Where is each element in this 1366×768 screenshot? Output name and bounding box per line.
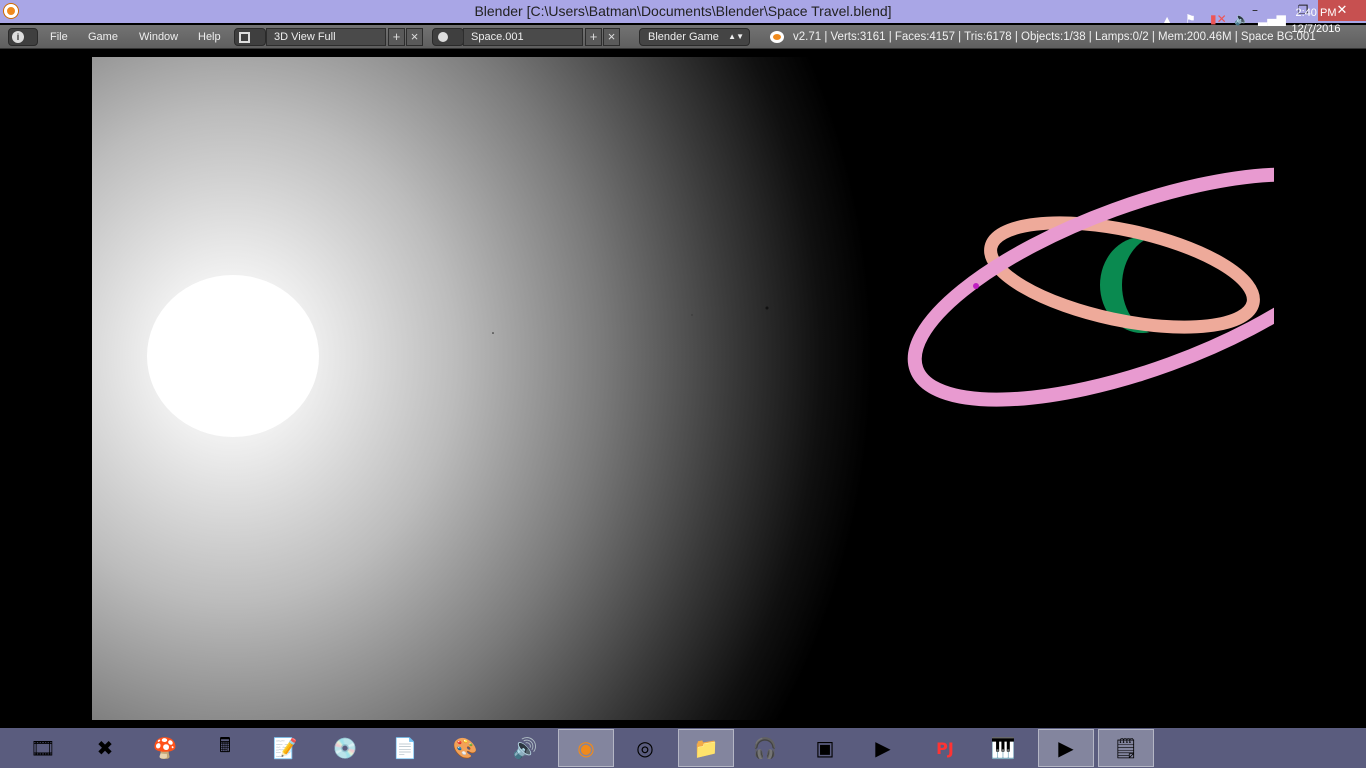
title-bar: Blender [C:\Users\Batman\Documents\Blend… <box>0 0 1366 23</box>
taskbar-project64-button[interactable]: PJ <box>925 729 965 767</box>
scene-selector[interactable] <box>432 28 464 46</box>
taskbar-calculator-button[interactable]: 🖩 <box>205 729 245 767</box>
scene-field[interactable]: Space.001 <box>463 28 583 46</box>
taskbar-app-blue-button[interactable]: ▣ <box>805 729 845 767</box>
media-player-icon: ▶ <box>875 736 891 760</box>
app-blue-icon: ▣ <box>815 736 835 760</box>
taskbar-photos-button[interactable]: 🎨 <box>445 729 485 767</box>
photos-icon: 🎨 <box>452 736 478 760</box>
scene-icon <box>438 32 448 42</box>
action-center-flag-icon[interactable]: ⚑ <box>1185 12 1196 26</box>
star <box>691 314 693 316</box>
movie-maker-icon: 🎞 <box>30 736 56 760</box>
outer-ring <box>907 167 1274 407</box>
taskbar-app-green-button[interactable]: 💿 <box>325 729 365 767</box>
taskbar-notepad-button[interactable]: 🗒 <box>1098 729 1154 767</box>
render-engine-dropdown[interactable]: Blender Game ▲▼ <box>639 28 750 46</box>
blank-document-icon: 📄 <box>392 736 418 760</box>
menu-help[interactable]: Help <box>198 28 221 46</box>
wordpad-icon: 📝 <box>272 736 298 760</box>
moon <box>973 283 979 289</box>
taskbar-media-player-2-button[interactable]: ▶ <box>1038 729 1094 767</box>
delete-screen-button[interactable]: × <box>406 28 423 46</box>
screen-layout-selector[interactable] <box>234 28 266 46</box>
show-hidden-icons-icon[interactable]: ▲ <box>1164 15 1170 24</box>
editor-type-button[interactable]: i <box>8 28 38 46</box>
project64-icon: PJ <box>936 738 954 758</box>
calculator-icon: 🖩 <box>219 733 231 757</box>
taskbar-media-player-button[interactable]: ▶ <box>863 729 903 767</box>
clock[interactable]: 2:40 PM 12/7/2016 <box>1286 5 1346 37</box>
render-engine-label: Blender Game <box>648 31 719 43</box>
star <box>492 332 494 334</box>
taskbar-wordpad-button[interactable]: 📝 <box>265 729 305 767</box>
menu-window[interactable]: Window <box>139 28 178 46</box>
taskbar-chrome-button[interactable]: ◎ <box>625 729 665 767</box>
taskbar-blank-document-button[interactable]: 📄 <box>385 729 425 767</box>
screen-layout-field[interactable]: 3D View Full <box>266 28 386 46</box>
file-explorer-icon: 📁 <box>693 736 719 760</box>
add-scene-button[interactable]: + <box>585 28 602 46</box>
network-disconnected-icon[interactable]: ▮✕ <box>1210 12 1227 26</box>
blender-icon: ◉ <box>577 736 595 760</box>
info-header: i File Game Window Help 3D View Full + ×… <box>0 25 1366 49</box>
sun <box>147 275 319 437</box>
taskbar-blender-button[interactable]: ◉ <box>558 729 614 767</box>
clock-date: 12/7/2016 <box>1291 23 1341 35</box>
audacity-icon: 🎧 <box>752 736 778 760</box>
info-icon: i <box>12 31 24 43</box>
menu-game[interactable]: Game <box>88 28 118 46</box>
taskbar-mario-button[interactable]: 🍄 <box>145 729 185 767</box>
app-green-icon: 💿 <box>332 736 358 760</box>
taskbar-speaker-button[interactable]: 🔊 <box>505 729 545 767</box>
notepad-icon: 🗒 <box>1113 736 1139 760</box>
blender-logo-icon <box>770 31 784 43</box>
taskbar-audacity-button[interactable]: 🎧 <box>745 729 785 767</box>
mario-icon: 🍄 <box>152 736 178 760</box>
dropdown-arrows-icon: ▲▼ <box>728 32 744 41</box>
star <box>765 306 769 310</box>
media-player-2-icon: ▶ <box>1058 736 1074 760</box>
taskbar-movie-maker-button[interactable]: 🎞 <box>23 729 63 767</box>
speaker-icon: 🔊 <box>512 736 538 760</box>
signal-strength-icon[interactable]: ▂▄▆ <box>1258 12 1286 26</box>
add-screen-button[interactable]: + <box>388 28 405 46</box>
piano-icon: 🎹 <box>990 736 1016 760</box>
scene-stats: v2.71 | Verts:3161 | Faces:4157 | Tris:6… <box>793 31 1316 43</box>
taskbar-piano-button[interactable]: 🎹 <box>983 729 1023 767</box>
menu-file[interactable]: File <box>50 28 68 46</box>
scene-canvas <box>147 167 1274 437</box>
window-title: Blender [C:\Users\Batman\Documents\Blend… <box>474 3 892 19</box>
layout-icon <box>239 32 250 43</box>
volume-icon[interactable]: 🔈 <box>1234 12 1249 26</box>
delete-scene-button[interactable]: × <box>603 28 620 46</box>
chrome-icon: ◎ <box>636 736 654 760</box>
clock-time: 2:40 PM <box>1295 7 1337 19</box>
taskbar: 🎞 ✖ 🍄 🖩 📝 💿 📄 🎨 🔊 ◉ ◎ 📁 🎧 ▣ ▶ PJ 🎹 ▶ 🗒 <box>0 728 1366 768</box>
game-viewport[interactable] <box>92 57 1274 720</box>
taskbar-app-x-button[interactable]: ✖ <box>85 729 125 767</box>
app-x-icon: ✖ <box>96 736 114 760</box>
taskbar-file-explorer-button[interactable]: 📁 <box>678 729 734 767</box>
